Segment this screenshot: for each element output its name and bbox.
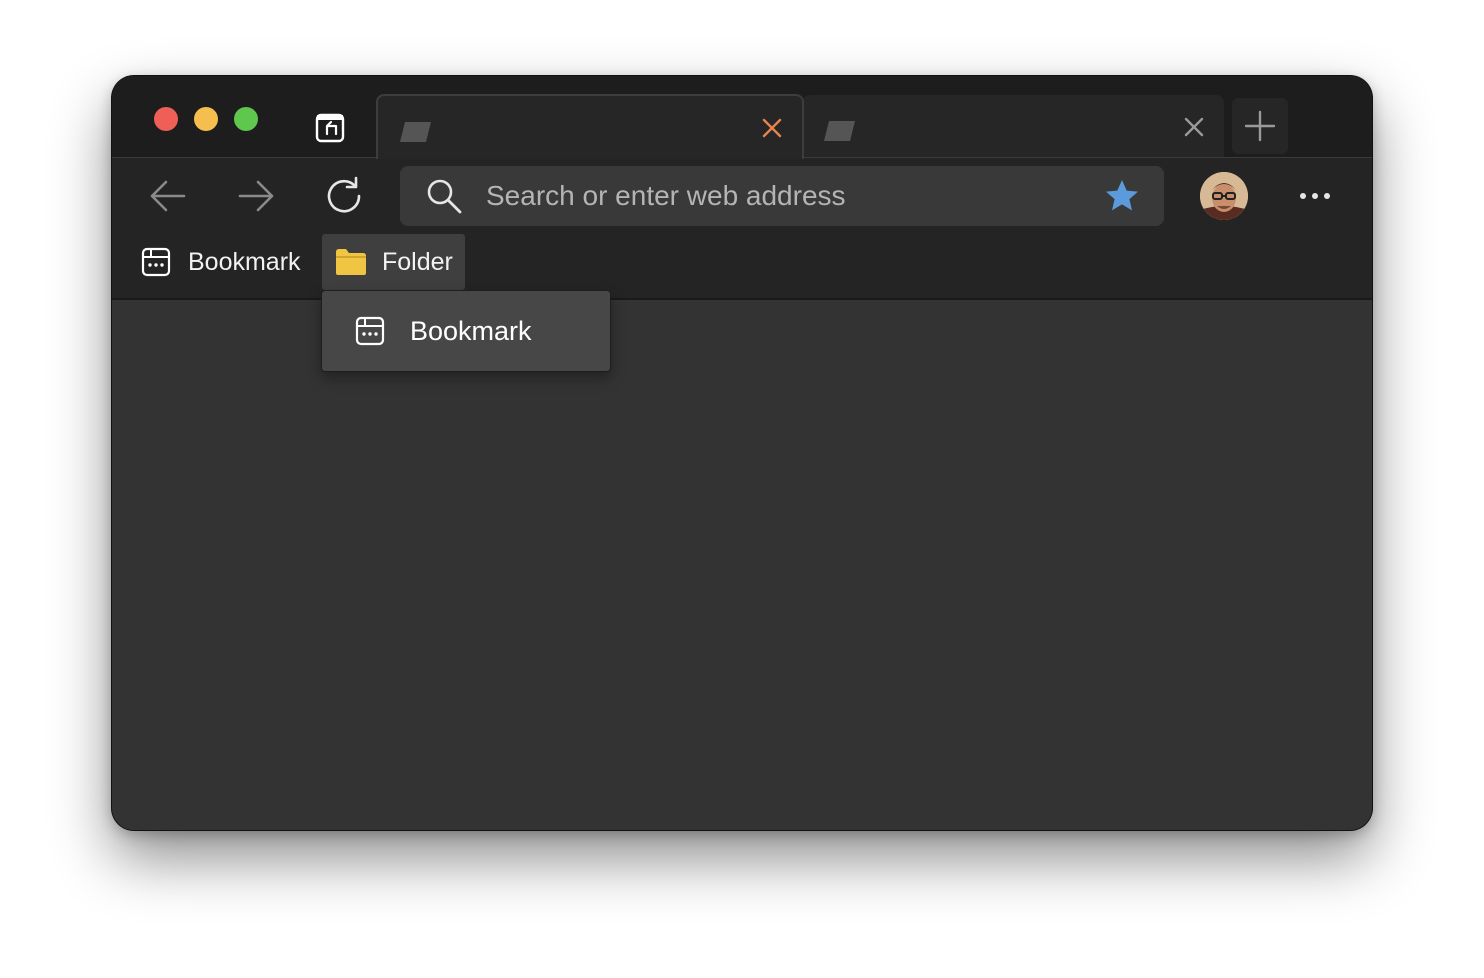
- tab-active[interactable]: [376, 94, 804, 159]
- arrow-left-icon[interactable]: [148, 176, 188, 216]
- page-content: [112, 300, 1372, 830]
- avatar[interactable]: [1200, 172, 1248, 220]
- address-bar[interactable]: [400, 166, 1164, 226]
- profile-photo-icon: [1200, 172, 1248, 220]
- bookmark-label: Bookmark: [188, 247, 301, 276]
- search-icon: [427, 179, 462, 214]
- page-favicon-icon: [824, 121, 855, 141]
- menu-item-bookmark[interactable]: Bookmark: [322, 291, 610, 371]
- close-tab-icon[interactable]: [760, 116, 784, 140]
- bookmark-icon: [141, 247, 171, 277]
- title-bar: [112, 76, 1372, 159]
- menu-item-label: Bookmark: [410, 315, 532, 346]
- folder-dropdown-menu: Bookmark: [321, 290, 611, 372]
- star-icon[interactable]: [1104, 178, 1140, 214]
- close-tab-icon[interactable]: [1182, 115, 1206, 139]
- plus-icon: [1244, 110, 1276, 142]
- browser-window: Bookmark Folder Bookmark: [112, 76, 1372, 830]
- tab-actions-icon[interactable]: [312, 110, 348, 146]
- maximize-window-button[interactable]: [234, 107, 258, 131]
- arrow-right-icon[interactable]: [236, 176, 276, 216]
- folder-icon: [336, 249, 366, 275]
- bookmarks-bar: Bookmark Folder: [112, 234, 1372, 298]
- more-icon[interactable]: [1292, 176, 1338, 216]
- bookmark-folder[interactable]: Folder: [322, 234, 465, 290]
- tab-inactive[interactable]: [802, 95, 1224, 157]
- reload-icon[interactable]: [324, 176, 364, 216]
- bookmark-item[interactable]: Bookmark: [138, 234, 301, 290]
- close-window-button[interactable]: [154, 107, 178, 131]
- new-tab-button[interactable]: [1232, 98, 1288, 154]
- folder-label: Folder: [382, 247, 453, 276]
- minimize-window-button[interactable]: [194, 107, 218, 131]
- bookmark-icon: [355, 316, 385, 346]
- address-input[interactable]: [486, 176, 1086, 216]
- page-favicon-icon: [400, 122, 431, 142]
- navigation-toolbar: [112, 158, 1372, 234]
